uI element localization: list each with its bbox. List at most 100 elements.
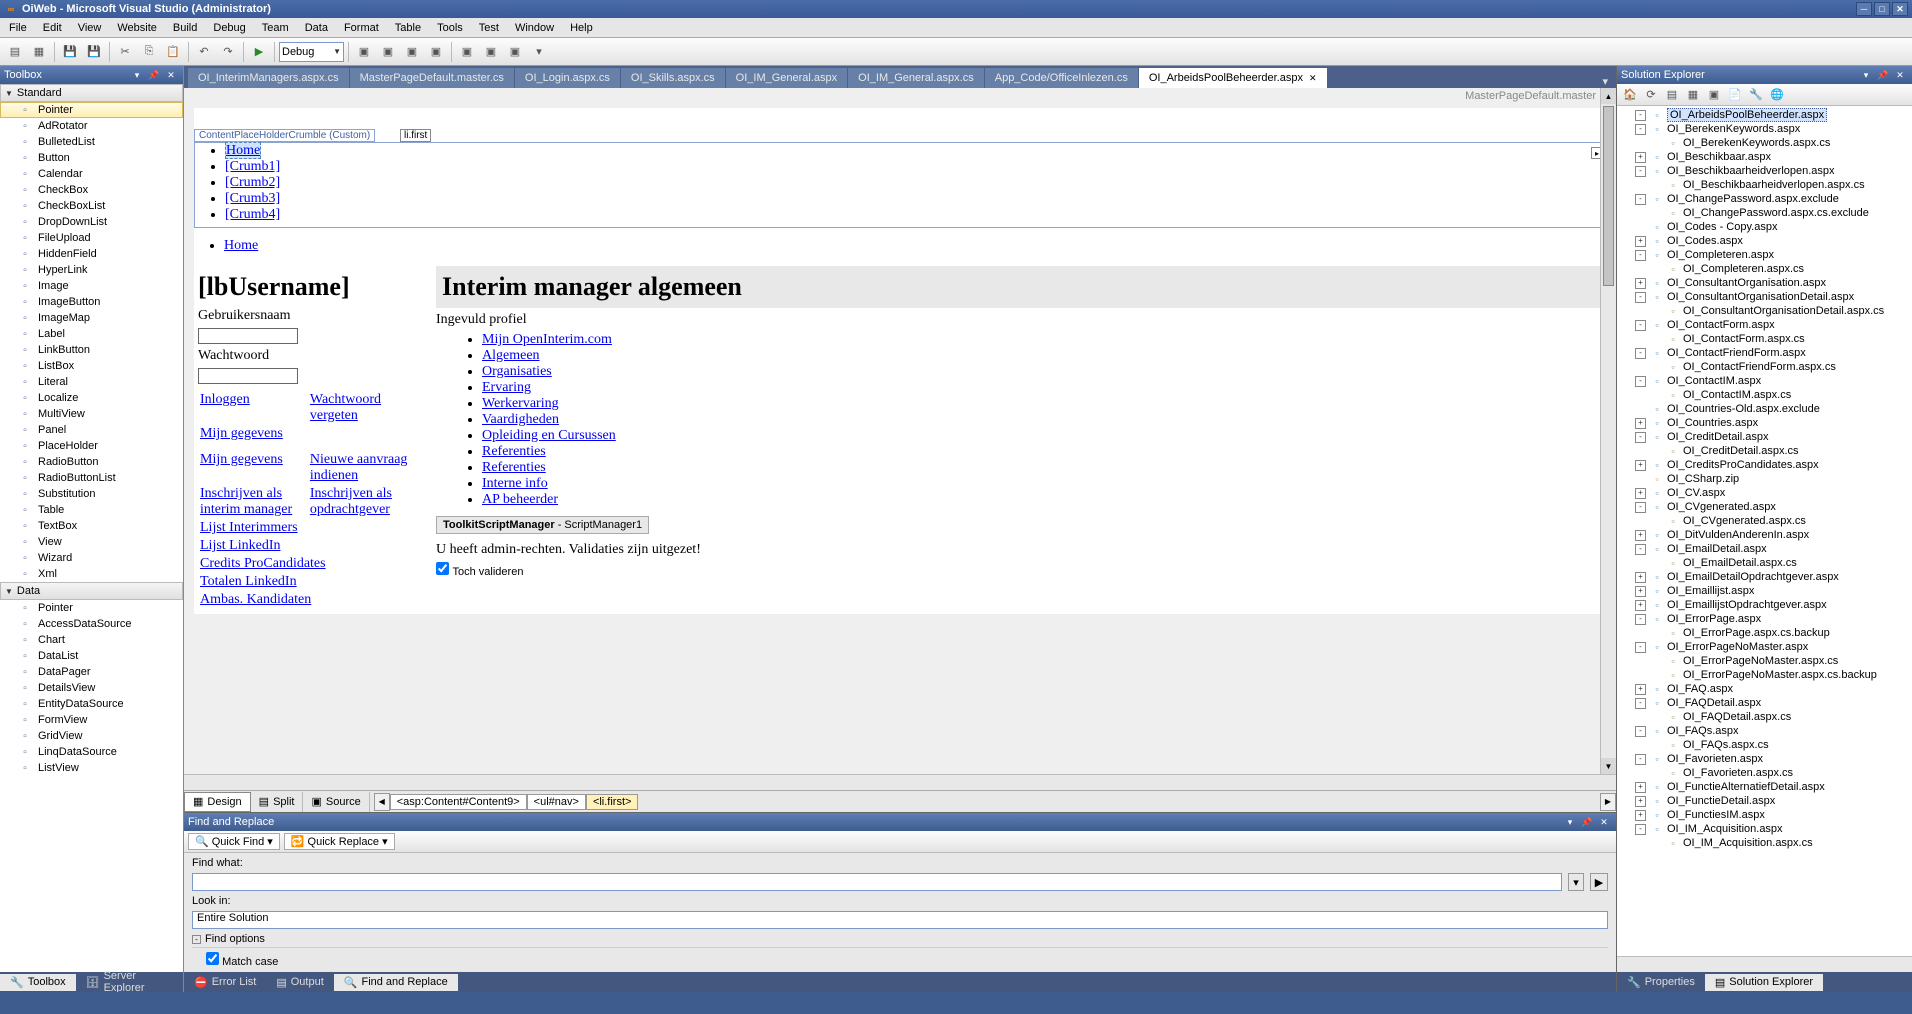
tree-item[interactable]: ▫OI_FAQDetail.aspx.cs [1619, 710, 1910, 724]
find-replace-tab[interactable]: 🔍 Find and Replace [334, 974, 458, 991]
link-inschrijven-og[interactable]: Inschrijven als opdrachtgever [310, 486, 392, 517]
tree-expand-icon[interactable]: - [1635, 376, 1646, 387]
designer-vscrollbar[interactable]: ▲ ▼ [1600, 88, 1616, 774]
quick-find-button[interactable]: 🔍 Quick Find ▾ [188, 833, 280, 850]
tree-expand-icon[interactable]: - [1635, 726, 1646, 737]
doc-tab[interactable]: App_Code/OfficeInlezen.cs [985, 68, 1138, 88]
toolbox-item-listview[interactable]: ▫ListView [0, 760, 183, 776]
menu-table[interactable]: Table [390, 20, 426, 36]
toolbox-item-listbox[interactable]: ▫ListBox [0, 358, 183, 374]
tb-misc-5[interactable]: ▣ [456, 41, 478, 63]
solution-dropdown-icon[interactable]: ▾ [1858, 68, 1874, 82]
toolbox-item-view[interactable]: ▫View [0, 534, 183, 550]
sol-tb-2[interactable]: ⟳ [1641, 86, 1661, 104]
menu-build[interactable]: Build [168, 20, 202, 36]
save-button[interactable]: 💾 [59, 41, 81, 63]
toolbox-item-chart[interactable]: ▫Chart [0, 632, 183, 648]
config-dropdown[interactable]: Debug▼ [279, 42, 344, 62]
tree-item[interactable]: ▫OI_ContactIM.aspx.cs [1619, 388, 1910, 402]
tree-item[interactable]: ▫OI_Completeren.aspx.cs [1619, 262, 1910, 276]
tree-expand-icon[interactable]: - [1635, 614, 1646, 625]
tb-misc-2[interactable]: ▣ [377, 41, 399, 63]
tree-expand-icon[interactable]: - [1635, 250, 1646, 261]
toolbox-item-gridview[interactable]: ▫GridView [0, 728, 183, 744]
tree-item[interactable]: ▫OI_Countries-Old.aspx.exclude [1619, 402, 1910, 416]
tree-item[interactable]: +▫OI_ConsultantOrganisation.aspx [1619, 276, 1910, 290]
find-next-button[interactable]: ▶ [1590, 873, 1608, 891]
tree-item[interactable]: +▫OI_EmailDetailOpdrachtgever.aspx [1619, 570, 1910, 584]
toolbox-item-fileupload[interactable]: ▫FileUpload [0, 230, 183, 246]
tree-item[interactable]: +▫OI_FunctiesIM.aspx [1619, 808, 1910, 822]
tree-expand-icon[interactable]: + [1635, 152, 1646, 163]
view-tab-split[interactable]: ▤ Split [251, 792, 304, 812]
toolbox-item-hiddenfield[interactable]: ▫HiddenField [0, 246, 183, 262]
tree-item[interactable]: -▫OI_ContactForm.aspx [1619, 318, 1910, 332]
tree-item[interactable]: -▫OI_ContactFriendForm.aspx [1619, 346, 1910, 360]
toolbox-item-placeholder[interactable]: ▫PlaceHolder [0, 438, 183, 454]
toolbox-item-button[interactable]: ▫Button [0, 150, 183, 166]
tree-expand-icon[interactable]: + [1635, 278, 1646, 289]
tb-misc-1[interactable]: ▣ [353, 41, 375, 63]
doc-tab[interactable]: OI_ArbeidsPoolBeheerder.aspx✕ [1139, 68, 1327, 88]
tree-item[interactable]: ▫OI_ContactFriendForm.aspx.cs [1619, 360, 1910, 374]
view-tab-source[interactable]: ▣ Source [303, 792, 369, 812]
tree-item[interactable]: ▫OI_ConsultantOrganisationDetail.aspx.cs [1619, 304, 1910, 318]
tree-expand-icon[interactable]: + [1635, 488, 1646, 499]
toolbox-category-standard[interactable]: ▼Standard [0, 84, 183, 102]
designer-hscrollbar[interactable] [184, 774, 1616, 790]
link-mijn-gegevens[interactable]: Mijn gegevens [200, 426, 283, 441]
find-what-input[interactable] [192, 873, 1562, 891]
tree-expand-icon[interactable]: - [1635, 194, 1646, 205]
link-lijst-interimmers[interactable]: Lijst Interimmers [200, 520, 298, 535]
toolbox-item-formview[interactable]: ▫FormView [0, 712, 183, 728]
toolbox-item-substitution[interactable]: ▫Substitution [0, 486, 183, 502]
toolbox-item-panel[interactable]: ▫Panel [0, 422, 183, 438]
toolbox-item-linqdatasource[interactable]: ▫LinqDataSource [0, 744, 183, 760]
link-wachtwoord-vergeten[interactable]: Wachtwoord vergeten [310, 392, 381, 423]
tree-item[interactable]: ▫OI_BerekenKeywords.aspx.cs [1619, 136, 1910, 150]
sol-tb-1[interactable]: 🏠 [1620, 86, 1640, 104]
profile-link[interactable]: Interne info [482, 476, 548, 491]
toolbox-close-icon[interactable]: ✕ [163, 68, 179, 82]
tree-expand-icon[interactable]: + [1635, 810, 1646, 821]
profile-link[interactable]: Algemeen [482, 348, 540, 363]
toolbox-item-textbox[interactable]: ▫TextBox [0, 518, 183, 534]
tree-expand-icon[interactable]: + [1635, 236, 1646, 247]
toolbox-item-radiobutton[interactable]: ▫RadioButton [0, 454, 183, 470]
solution-close-icon[interactable]: ✕ [1892, 68, 1908, 82]
path-next[interactable]: ▶ [1600, 793, 1616, 811]
tree-expand-icon[interactable]: + [1635, 572, 1646, 583]
crumb-link[interactable]: Home [225, 142, 261, 159]
doc-tab[interactable]: OI_IM_General.aspx [726, 68, 848, 88]
doc-tab[interactable]: MasterPageDefault.master.cs [350, 68, 514, 88]
tree-expand-icon[interactable]: - [1635, 432, 1646, 443]
tree-item[interactable]: -▫OI_ContactIM.aspx [1619, 374, 1910, 388]
toolbox-tab[interactable]: 🔧 Toolbox [0, 974, 76, 991]
tree-item[interactable]: -▫OI_Beschikbaarheidverlopen.aspx [1619, 164, 1910, 178]
start-debug-button[interactable]: ▶ [248, 41, 270, 63]
tree-expand-icon[interactable]: + [1635, 586, 1646, 597]
undo-button[interactable]: ↶ [193, 41, 215, 63]
tree-item[interactable]: +▫OI_CV.aspx [1619, 486, 1910, 500]
menu-file[interactable]: File [4, 20, 32, 36]
tree-expand-icon[interactable]: - [1635, 166, 1646, 177]
sol-tb-7[interactable]: 🔧 [1746, 86, 1766, 104]
username-input[interactable] [198, 328, 298, 344]
crumb-link[interactable]: [Crumb4] [225, 207, 280, 222]
tree-item[interactable]: -▫OI_CVgenerated.aspx [1619, 500, 1910, 514]
sol-tb-4[interactable]: ▦ [1683, 86, 1703, 104]
paste-button[interactable]: 📋 [162, 41, 184, 63]
link-lijst-linkedin[interactable]: Lijst LinkedIn [200, 538, 281, 553]
tree-expand-icon[interactable]: - [1635, 502, 1646, 513]
toolbox-item-linkbutton[interactable]: ▫LinkButton [0, 342, 183, 358]
tree-item[interactable]: +▫OI_Countries.aspx [1619, 416, 1910, 430]
tree-item[interactable]: ▫OI_ErrorPageNoMaster.aspx.cs [1619, 654, 1910, 668]
find-options-header[interactable]: - Find options [192, 933, 1608, 948]
tabs-overflow-icon[interactable]: ▾ [1598, 75, 1612, 88]
toolbox-item-datapager[interactable]: ▫DataPager [0, 664, 183, 680]
maximize-button[interactable]: □ [1874, 2, 1890, 16]
tree-expand-icon[interactable]: - [1635, 824, 1646, 835]
profile-link[interactable]: Opleiding en Cursussen [482, 428, 616, 443]
tree-item[interactable]: -▫OI_Completeren.aspx [1619, 248, 1910, 262]
content-placeholder-crumble[interactable]: ContentPlaceHolderCrumble (Custom) li.fi… [194, 142, 1606, 228]
